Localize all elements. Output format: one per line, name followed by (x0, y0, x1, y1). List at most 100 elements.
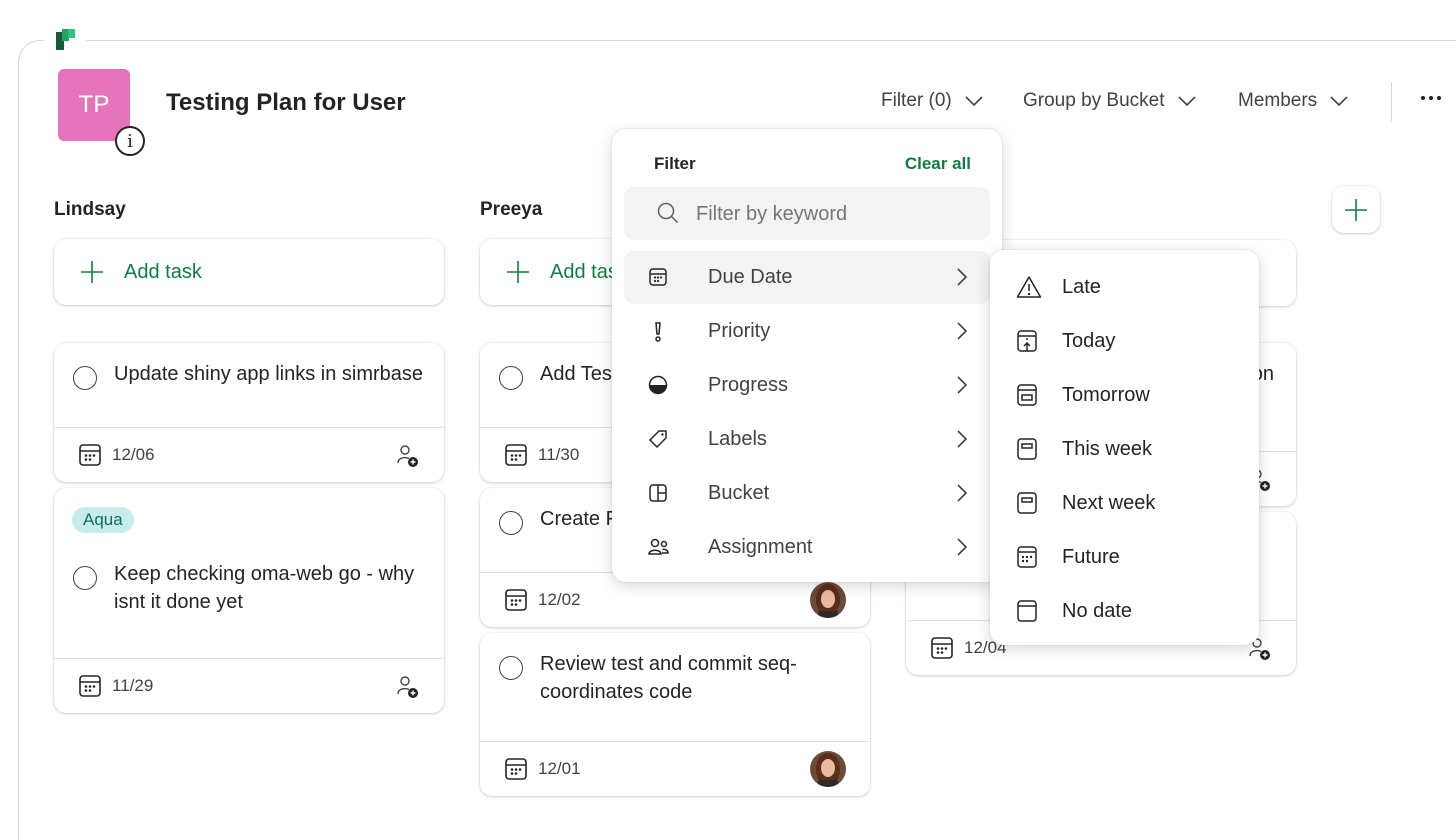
calendar-icon (505, 758, 527, 780)
chevron-down-icon (1330, 96, 1348, 107)
calendar-future-icon (1016, 545, 1038, 575)
filter-option-label: Labels (708, 428, 767, 450)
add-bucket-button[interactable] (1332, 186, 1380, 233)
calendar-icon (505, 444, 527, 466)
calendar-today-icon (1016, 329, 1038, 359)
task-footer: 12/06 (54, 427, 444, 482)
assign-person-icon[interactable] (396, 444, 420, 468)
people-icon (648, 537, 670, 563)
plus-icon (81, 261, 103, 283)
due-date-option-label: This week (1062, 437, 1153, 460)
due-date-option-this-week[interactable]: This week (1002, 422, 1248, 476)
due-date-option-label: Future (1062, 545, 1120, 568)
filter-option-assignment[interactable]: Assignment (624, 521, 990, 574)
calendar-icon (648, 267, 668, 293)
calendar-empty-icon (1016, 599, 1038, 629)
due-date-option-label: Next week (1062, 491, 1156, 514)
filter-option-progress[interactable]: Progress (624, 359, 990, 412)
filter-option-priority[interactable]: Priority (624, 305, 990, 358)
plan-initials: TP (78, 91, 110, 118)
complete-task-checkbox[interactable] (73, 566, 97, 590)
filter-option-labels[interactable]: Labels (624, 413, 990, 466)
due-date: 12/06 (112, 445, 155, 464)
chevron-down-icon (965, 96, 983, 107)
due-date-option-label: Today (1062, 329, 1116, 352)
task-footer: 11/29 (54, 658, 444, 713)
due-date-option-no-date[interactable]: No date (1002, 584, 1248, 638)
more-options-icon[interactable] (1420, 94, 1442, 102)
keyword-search[interactable] (624, 187, 990, 240)
filter-option-label: Priority (708, 320, 771, 342)
calendar-tomorrow-icon (1016, 383, 1038, 413)
complete-task-checkbox[interactable] (499, 511, 523, 535)
assignee-avatar[interactable] (810, 582, 846, 618)
complete-task-checkbox[interactable] (499, 656, 523, 680)
chevron-right-icon (957, 376, 968, 394)
filter-option-label: Assignment (708, 536, 813, 558)
warning-icon (1016, 275, 1042, 305)
add-task-button[interactable]: Add task (54, 239, 444, 305)
complete-task-checkbox[interactable] (499, 366, 523, 390)
calendar-icon (79, 675, 101, 697)
plus-icon (507, 261, 529, 283)
task-card[interactable]: Aqua Keep checking oma-web go - why isnt … (54, 488, 444, 713)
task-title: Keep checking oma-web go - why isnt it d… (114, 563, 415, 613)
due-date-option-future[interactable]: Future (1002, 530, 1248, 584)
task-card[interactable]: Review test and commit seq-coordinates c… (480, 633, 870, 796)
task-card[interactable]: Update shiny app links in simrbase 12/06 (54, 343, 444, 482)
toolbar-divider (1391, 82, 1392, 122)
task-footer: 12/01 (480, 741, 870, 796)
plan-title: Testing Plan for User (166, 89, 406, 116)
filter-label: Filter (0) (881, 90, 952, 111)
due-date: 12/02 (538, 590, 581, 609)
planner-logo-icon (56, 29, 75, 50)
task-title: Review test and commit seq-coordinates c… (540, 653, 797, 703)
filter-button[interactable]: Filter (0) (881, 90, 984, 112)
info-icon[interactable]: i (115, 126, 145, 156)
assign-person-icon[interactable] (396, 675, 420, 699)
assignee-avatar[interactable] (810, 751, 846, 787)
assignee[interactable] (810, 582, 846, 623)
filter-heading: Filter (654, 154, 696, 173)
assignee[interactable] (396, 444, 420, 473)
due-date-option-next-week[interactable]: Next week (1002, 476, 1248, 530)
members-label: Members (1238, 90, 1318, 111)
keyword-input[interactable] (696, 199, 976, 229)
due-date: 11/30 (538, 445, 580, 464)
assignee[interactable] (396, 675, 420, 704)
priority-icon (648, 321, 668, 349)
chevron-right-icon (957, 268, 968, 286)
due-date-option-today[interactable]: Today (1002, 314, 1248, 368)
bucket-icon (648, 483, 668, 509)
task-label: Aqua (72, 507, 134, 533)
calendar-next-week-icon (1016, 491, 1038, 521)
search-icon (657, 202, 679, 224)
filter-option-label: Progress (708, 374, 789, 396)
group-by-button[interactable]: Group by Bucket (1023, 90, 1197, 112)
bucket-name: Lindsay (54, 199, 126, 220)
chevron-right-icon (957, 538, 968, 556)
due-date-option-late[interactable]: Late (1002, 260, 1248, 314)
clear-all-link[interactable]: Clear all (905, 154, 971, 174)
due-date-option-label: Tomorrow (1062, 383, 1150, 406)
due-date: 12/01 (538, 759, 581, 778)
tag-icon (648, 429, 668, 455)
due-date-option-tomorrow[interactable]: Tomorrow (1002, 368, 1248, 422)
chevron-right-icon (957, 322, 968, 340)
complete-task-checkbox[interactable] (73, 366, 97, 390)
bucket-name: Preeya (480, 199, 543, 220)
assignee[interactable] (810, 751, 846, 792)
calendar-week-icon (1016, 437, 1038, 467)
plus-icon (1345, 198, 1367, 221)
due-date-option-label: No date (1062, 599, 1133, 622)
members-button[interactable]: Members (1238, 90, 1349, 112)
filter-option-due-date[interactable]: Due Date (624, 251, 990, 304)
group-by-label: Group by Bucket (1023, 90, 1165, 111)
calendar-icon (79, 444, 101, 466)
chevron-right-icon (957, 430, 968, 448)
chevron-down-icon (1177, 96, 1196, 107)
chevron-right-icon (957, 484, 968, 502)
filter-panel: Filter Clear all Due Date Priority Progres… (612, 129, 1002, 582)
task-title: Update shiny app links in simrbase (114, 363, 424, 385)
filter-option-bucket[interactable]: Bucket (624, 467, 990, 520)
